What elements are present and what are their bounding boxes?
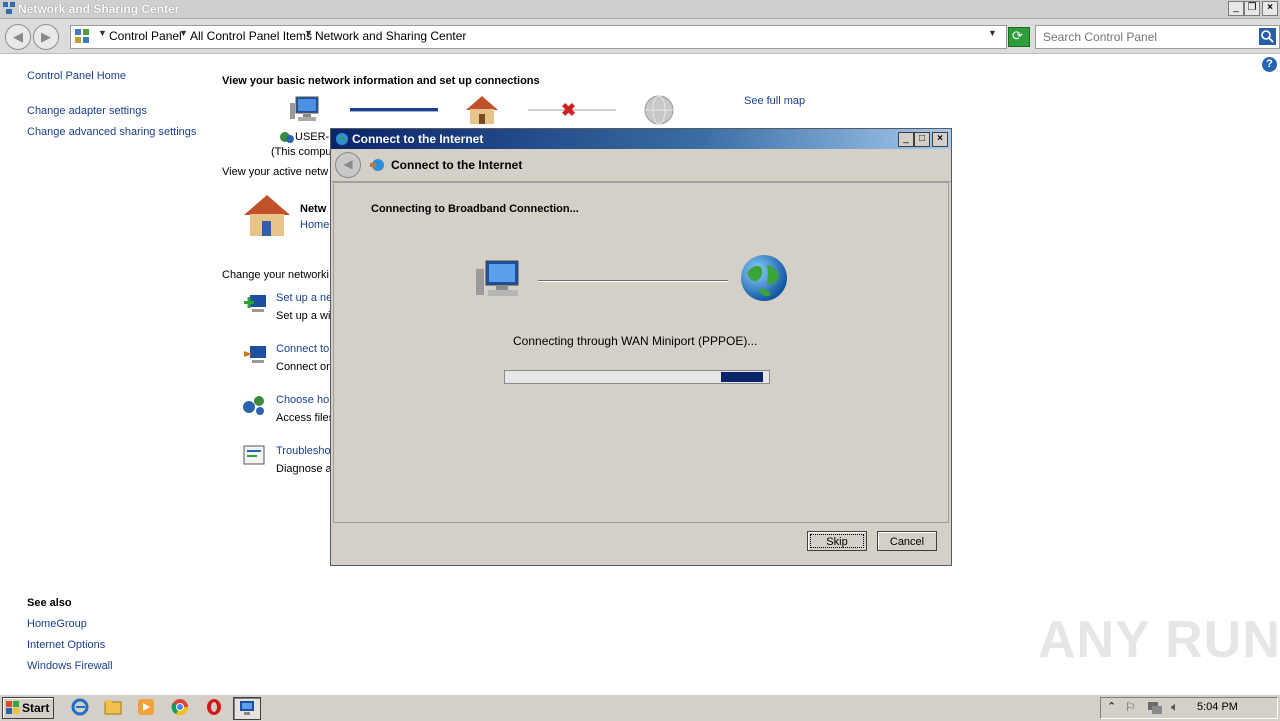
change-advanced-sharing-link[interactable]: Change advanced sharing settings — [27, 126, 196, 138]
dialog-header-title: Connect to the Internet — [391, 158, 523, 172]
homegroup-link[interactable]: HomeGroup — [27, 618, 87, 630]
windows-firewall-link[interactable]: Windows Firewall — [27, 660, 113, 672]
troubleshoot-icon — [242, 444, 268, 471]
see-also-heading: See also — [27, 597, 72, 609]
volume-icon[interactable]: 🔈︎ — [1171, 699, 1179, 715]
dialog-globe-icon — [335, 132, 349, 149]
breadcrumb-control-panel[interactable]: Control Panel — [109, 29, 182, 43]
address-dropdown-icon[interactable]: ▼ — [988, 28, 997, 38]
this-computer-label: (This compu — [271, 146, 332, 158]
forward-arrow-icon: ▶ — [41, 29, 51, 44]
task-connect-link[interactable]: Connect to — [276, 343, 329, 355]
computer-icon — [290, 95, 324, 128]
task-connect-desc: Connect or — [276, 361, 330, 373]
connect-wizard-icon — [369, 157, 385, 176]
connection-progress-bar — [504, 370, 770, 384]
internet-globe-icon — [643, 94, 675, 129]
search-box[interactable] — [1035, 25, 1280, 49]
dialog-header: ◀ Connect to the Internet — [331, 149, 951, 182]
system-tray: ⌃ ⚐ 🔈︎ 5:04 PM — [1100, 697, 1278, 719]
new-connection-icon — [242, 291, 268, 318]
show-hidden-icons-icon[interactable]: ⌃ — [1107, 700, 1116, 713]
control-panel-icon — [75, 29, 89, 46]
task-troubleshoot-link[interactable]: Troublesho — [276, 445, 331, 457]
page-heading: View your basic network information and … — [222, 75, 540, 87]
breadcrumb-arrow-icon[interactable]: ▼ — [304, 28, 313, 38]
homegroup-sharing-icon — [242, 393, 268, 420]
opera-icon[interactable] — [205, 698, 223, 716]
start-label: Start — [22, 701, 50, 715]
window-title: Network and Sharing Center — [18, 2, 180, 16]
skip-button[interactable]: Skip — [807, 531, 867, 551]
connect-dialog: Connect to the Internet _ □ × ◀ Connect … — [330, 128, 952, 566]
minimize-button[interactable]: _ — [1228, 1, 1244, 16]
taskbar: Start ⌃ ⚐ 🔈︎ 5:04 PM — [0, 694, 1280, 721]
task-homegroup-link[interactable]: Choose ho — [276, 394, 329, 406]
breadcrumb-arrow-icon[interactable]: ▼ — [179, 28, 188, 38]
windows-logo-icon — [6, 701, 20, 718]
dialog-body: Connecting to Broadband Connection... Co… — [333, 182, 949, 523]
anyrun-watermark: ANY RUN — [1038, 611, 1280, 669]
network-center-icon — [238, 700, 256, 719]
change-settings-heading: Change your networki — [222, 269, 330, 281]
network-name: Netw — [300, 203, 327, 215]
dialog-titlebar: Connect to the Internet _ □ × — [331, 129, 951, 149]
network-center-icon — [3, 2, 15, 14]
back-button[interactable]: ◀ — [5, 24, 31, 50]
internet-explorer-icon[interactable] — [71, 698, 89, 716]
internet-globe-icon — [739, 253, 789, 306]
dialog-minimize-button[interactable]: _ — [898, 132, 914, 147]
breadcrumb-all-items[interactable]: All Control Panel Items — [190, 29, 312, 43]
dialog-back-button[interactable]: ◀ — [335, 152, 361, 178]
clock[interactable]: 5:04 PM — [1197, 701, 1238, 713]
change-adapter-settings-link[interactable]: Change adapter settings — [27, 105, 147, 117]
task-troubleshoot-desc: Diagnose a — [276, 463, 332, 475]
cancel-button[interactable]: Cancel — [877, 531, 937, 551]
task-setup-desc: Set up a wi — [276, 310, 331, 322]
connection-line — [538, 280, 728, 282]
dialog-title: Connect to the Internet — [352, 132, 484, 146]
computer-icon — [476, 257, 526, 304]
back-arrow-icon: ◀ — [343, 157, 353, 171]
dialog-close-button[interactable]: × — [932, 132, 948, 147]
file-explorer-icon[interactable] — [104, 698, 122, 716]
network-tray-icon[interactable] — [1147, 700, 1163, 719]
dialog-footer: Skip Cancel — [331, 523, 951, 565]
internet-options-link[interactable]: Internet Options — [27, 639, 105, 651]
connection-line — [350, 108, 438, 112]
breadcrumb-arrow-icon[interactable]: ▼ — [98, 28, 107, 38]
search-icon[interactable] — [1259, 28, 1276, 45]
chrome-icon[interactable] — [171, 698, 189, 716]
back-arrow-icon: ◀ — [13, 29, 23, 44]
network-center-taskbar-button[interactable] — [233, 697, 261, 720]
breadcrumb-network-center[interactable]: Network and Sharing Center — [315, 29, 466, 43]
connect-network-icon — [242, 342, 268, 369]
connecting-status: Connecting to Broadband Connection... — [371, 203, 579, 215]
refresh-icon: ⟳ — [1012, 28, 1023, 43]
home-network-icon — [464, 94, 500, 129]
address-bar: ◀ ▶ ▼ Control Panel ▼ All Control Panel … — [0, 19, 1280, 54]
progress-fill — [721, 372, 763, 382]
action-center-flag-icon[interactable]: ⚐ — [1125, 700, 1136, 714]
close-button[interactable]: × — [1262, 1, 1278, 16]
help-icon[interactable]: ? — [1262, 57, 1277, 72]
task-setup-link[interactable]: Set up a ne — [276, 292, 332, 304]
media-player-icon[interactable] — [137, 698, 155, 716]
connecting-detail: Connecting through WAN Miniport (PPPOE).… — [513, 334, 758, 348]
network-type-link[interactable]: Home — [300, 219, 329, 231]
breadcrumb[interactable]: ▼ Control Panel ▼ All Control Panel Item… — [70, 25, 1007, 49]
disconnected-x-icon: ✖ — [561, 100, 577, 120]
restore-button[interactable]: ❐ — [1244, 1, 1260, 16]
search-input[interactable] — [1041, 29, 1255, 45]
dialog-maximize-button[interactable]: □ — [914, 132, 930, 147]
active-networks-heading: View your active netw — [222, 166, 329, 178]
see-full-map-link[interactable]: See full map — [744, 95, 805, 107]
home-network-large-icon — [242, 193, 292, 242]
forward-button[interactable]: ▶ — [33, 24, 59, 50]
window-titlebar: Network and Sharing Center _ ❐ × — [0, 0, 1280, 19]
refresh-button[interactable]: ⟳ — [1008, 27, 1030, 47]
task-homegroup-desc: Access files — [276, 412, 335, 424]
control-panel-home-link[interactable]: Control Panel Home — [27, 70, 126, 82]
start-button[interactable]: Start — [2, 697, 54, 719]
